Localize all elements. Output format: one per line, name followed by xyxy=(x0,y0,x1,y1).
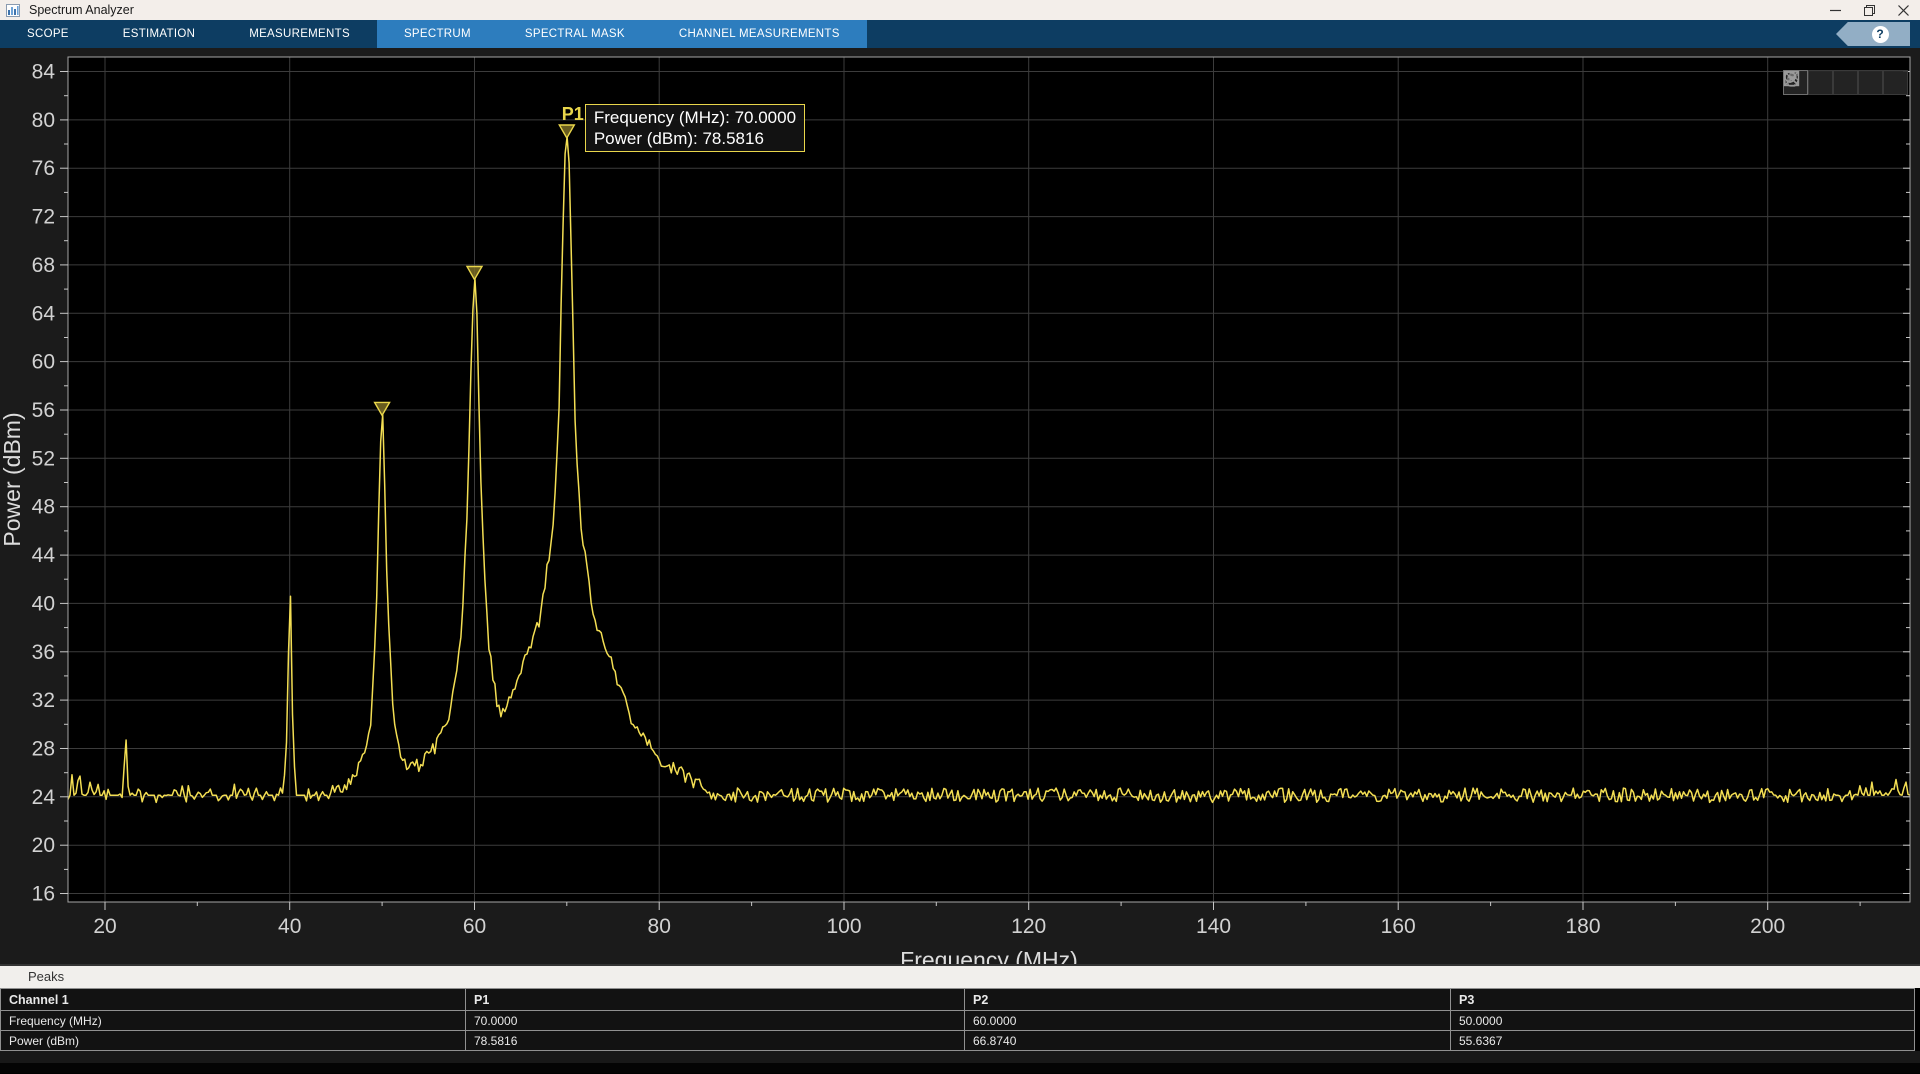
bottom-strip xyxy=(0,1063,1920,1073)
frequency-p2-value: 60.0000 xyxy=(965,1011,1451,1031)
svg-text:80: 80 xyxy=(648,915,671,938)
cursor-frequency-line: Frequency (MHz): 70.0000 xyxy=(594,107,796,128)
svg-text:68: 68 xyxy=(32,254,55,277)
peaks-table-header-row: Channel 1 P1 P2 P3 xyxy=(1,989,1915,1011)
window-title: Spectrum Analyzer xyxy=(29,3,134,17)
frequency-p3-value: 50.0000 xyxy=(1451,1011,1915,1031)
peak-cursor-label: P1 xyxy=(562,104,584,125)
power-row-label: Power (dBm) xyxy=(1,1031,466,1051)
svg-text:60: 60 xyxy=(32,351,55,374)
tab-channel-measurements[interactable]: CHANNEL MEASUREMENTS xyxy=(652,20,867,48)
svg-text:48: 48 xyxy=(32,496,55,519)
svg-text:72: 72 xyxy=(32,206,55,229)
svg-text:40: 40 xyxy=(278,915,301,938)
svg-text:56: 56 xyxy=(32,399,55,422)
power-p3-value: 55.6367 xyxy=(1451,1031,1915,1051)
spectrum-analyzer-app-icon xyxy=(6,4,20,17)
window-controls xyxy=(1818,0,1920,20)
svg-text:180: 180 xyxy=(1565,915,1600,938)
y-tick-labels: 16 20 24 28 32 36 40 44 48 52 56 60 64 68 72 76 80 84 xyxy=(32,61,56,906)
peaks-panel-title: Peaks xyxy=(28,969,64,984)
toolstrip: SCOPE ESTIMATION MEASUREMENTS SPECTRUM S… xyxy=(0,20,1920,48)
y-axis-label: Power (dBm) xyxy=(0,412,25,546)
minimize-button[interactable] xyxy=(1818,0,1852,20)
minimize-icon xyxy=(1830,5,1841,16)
restore-button[interactable] xyxy=(1852,0,1886,20)
power-p2-value: 66.8740 xyxy=(965,1031,1451,1051)
tab-spectral-mask[interactable]: SPECTRAL MASK xyxy=(498,20,652,48)
frequency-row-label: Frequency (MHz) xyxy=(1,1011,466,1031)
axes-toolbar xyxy=(1783,70,1908,95)
svg-text:24: 24 xyxy=(32,786,56,809)
peaks-col-channel: Channel 1 xyxy=(1,989,466,1011)
svg-text:80: 80 xyxy=(32,109,55,132)
svg-text:84: 84 xyxy=(32,61,56,84)
zoom-in-button[interactable] xyxy=(1833,70,1858,95)
svg-text:200: 200 xyxy=(1750,915,1785,938)
svg-text:64: 64 xyxy=(32,302,56,325)
close-icon xyxy=(1898,5,1909,16)
power-p1-value: 78.5816 xyxy=(466,1031,965,1051)
svg-text:160: 160 xyxy=(1381,915,1416,938)
svg-text:60: 60 xyxy=(463,915,486,938)
frequency-p1-value: 70.0000 xyxy=(466,1011,965,1031)
tab-estimation[interactable]: ESTIMATION xyxy=(96,20,222,48)
plot-background[interactable] xyxy=(68,57,1910,902)
tab-scope[interactable]: SCOPE xyxy=(0,20,96,48)
panel-filler xyxy=(0,1051,1920,1063)
svg-text:140: 140 xyxy=(1196,915,1231,938)
zoom-out-button[interactable] xyxy=(1858,70,1883,95)
svg-text:28: 28 xyxy=(32,738,55,761)
svg-text:20: 20 xyxy=(93,915,116,938)
peaks-col-p1: P1 xyxy=(466,989,965,1011)
help-button[interactable]: ? xyxy=(1836,22,1910,46)
svg-text:20: 20 xyxy=(32,834,55,857)
svg-text:52: 52 xyxy=(32,447,55,470)
svg-text:32: 32 xyxy=(32,689,55,712)
fit-to-view-icon xyxy=(1783,70,1800,87)
peaks-power-row: Power (dBm) 78.5816 66.8740 55.6367 xyxy=(1,1031,1915,1051)
peaks-panel-header: Peaks xyxy=(0,966,1920,988)
x-tick-labels: 20 40 60 80 100 120 140 160 180 200 xyxy=(93,915,1785,938)
restore-icon xyxy=(1864,5,1875,16)
peak-cursor-tooltip[interactable]: Frequency (MHz): 70.0000 Power (dBm): 78… xyxy=(585,104,805,152)
svg-text:76: 76 xyxy=(32,157,55,180)
svg-text:36: 36 xyxy=(32,641,55,664)
tab-measurements[interactable]: MEASUREMENTS xyxy=(222,20,377,48)
question-icon: ? xyxy=(1872,26,1889,43)
close-button[interactable] xyxy=(1886,0,1920,20)
contextual-tab-group: SPECTRUM SPECTRAL MASK CHANNEL MEASUREME… xyxy=(377,20,867,48)
peaks-frequency-row: Frequency (MHz) 70.0000 60.0000 50.0000 xyxy=(1,1011,1915,1031)
spectrum-chart[interactable]: 16 20 24 28 32 36 40 44 48 52 56 60 64 68 72 76 80 84 20 40… xyxy=(0,48,1920,964)
help-area: ? xyxy=(1836,20,1920,48)
svg-text:120: 120 xyxy=(1011,915,1046,938)
window-titlebar: Spectrum Analyzer xyxy=(0,0,1920,20)
fit-to-view-button[interactable] xyxy=(1883,70,1908,95)
cursor-power-line: Power (dBm): 78.5816 xyxy=(594,128,796,149)
svg-text:16: 16 xyxy=(32,883,55,906)
peaks-table: Channel 1 P1 P2 P3 Frequency (MHz) 70.00… xyxy=(0,988,1915,1051)
spectrum-plot-area[interactable]: 16 20 24 28 32 36 40 44 48 52 56 60 64 68 72 76 80 84 20 40… xyxy=(0,48,1920,964)
peaks-col-p3: P3 xyxy=(1451,989,1915,1011)
svg-text:100: 100 xyxy=(826,915,861,938)
svg-text:40: 40 xyxy=(32,592,55,615)
peaks-col-p2: P2 xyxy=(965,989,1451,1011)
x-axis-label: Frequency (MHz) xyxy=(900,947,1078,964)
svg-text:44: 44 xyxy=(32,544,56,567)
tab-spectrum[interactable]: SPECTRUM xyxy=(377,20,498,48)
pan-button[interactable] xyxy=(1808,70,1833,95)
